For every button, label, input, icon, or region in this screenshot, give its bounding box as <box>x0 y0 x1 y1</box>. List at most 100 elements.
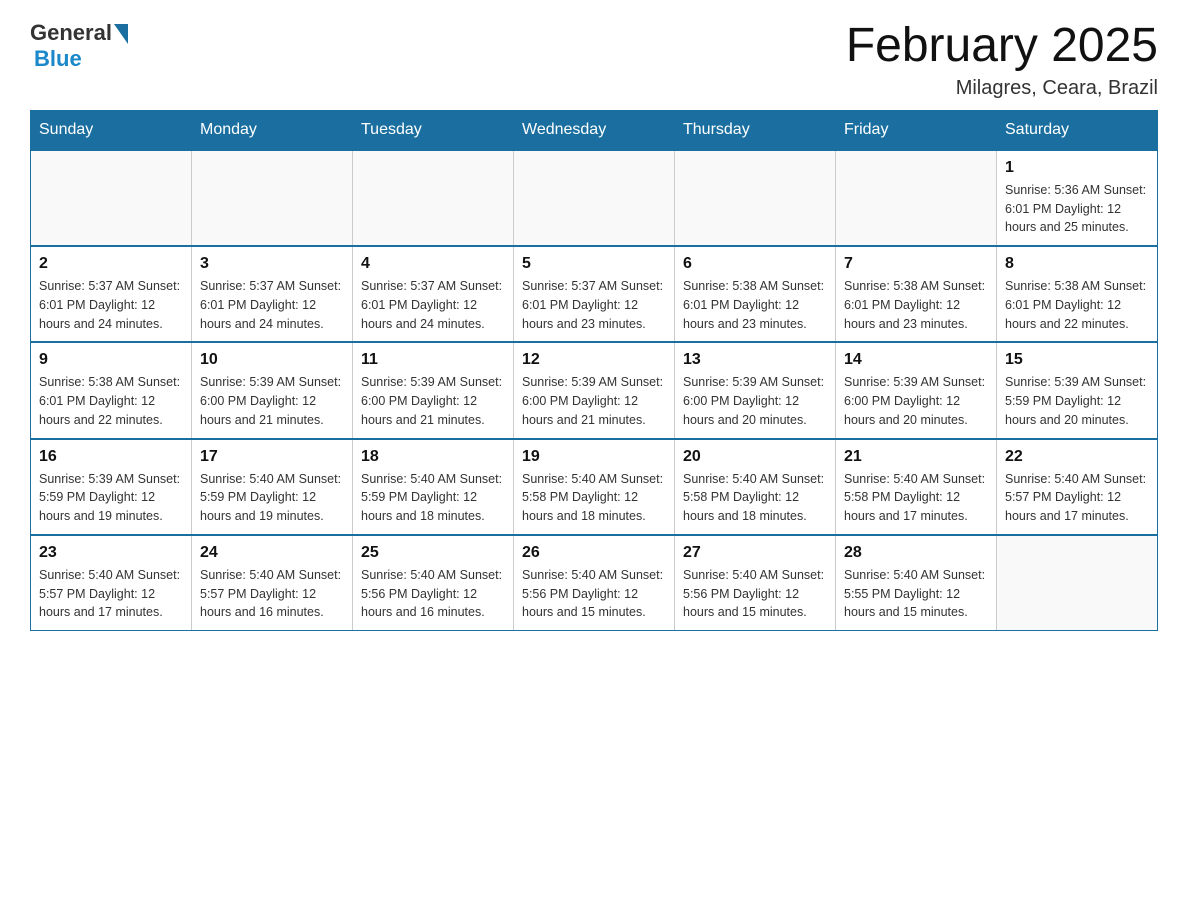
day-cell <box>514 150 675 246</box>
day-number: 6 <box>683 255 827 273</box>
day-cell: 17 Sunrise: 5:40 AM Sunset: 5:59 PM Dayli… <box>192 439 353 535</box>
day-number: 12 <box>522 351 666 369</box>
day-number: 18 <box>361 448 505 466</box>
day-number: 23 <box>39 544 183 562</box>
header-day-sunday: Sunday <box>31 110 192 150</box>
day-info: Sunrise: 5:40 AM Sunset: 5:58 PM Dayligh… <box>844 470 988 526</box>
day-info: Sunrise: 5:40 AM Sunset: 5:57 PM Dayligh… <box>1005 470 1149 526</box>
day-number: 4 <box>361 255 505 273</box>
day-info: Sunrise: 5:40 AM Sunset: 5:56 PM Dayligh… <box>522 566 666 622</box>
logo-blue-text: Blue <box>34 46 82 72</box>
day-number: 16 <box>39 448 183 466</box>
day-number: 17 <box>200 448 344 466</box>
day-number: 19 <box>522 448 666 466</box>
day-info: Sunrise: 5:37 AM Sunset: 6:01 PM Dayligh… <box>522 277 666 333</box>
day-cell: 4 Sunrise: 5:37 AM Sunset: 6:01 PM Daylig… <box>353 246 514 342</box>
day-number: 1 <box>1005 159 1149 177</box>
day-info: Sunrise: 5:36 AM Sunset: 6:01 PM Dayligh… <box>1005 181 1149 237</box>
day-number: 3 <box>200 255 344 273</box>
day-cell: 22 Sunrise: 5:40 AM Sunset: 5:57 PM Dayli… <box>997 439 1158 535</box>
day-number: 24 <box>200 544 344 562</box>
day-cell: 15 Sunrise: 5:39 AM Sunset: 5:59 PM Dayli… <box>997 342 1158 438</box>
calendar-body: 1 Sunrise: 5:36 AM Sunset: 6:01 PM Daylig… <box>31 150 1158 631</box>
day-info: Sunrise: 5:40 AM Sunset: 5:56 PM Dayligh… <box>683 566 827 622</box>
day-number: 11 <box>361 351 505 369</box>
day-cell: 9 Sunrise: 5:38 AM Sunset: 6:01 PM Daylig… <box>31 342 192 438</box>
day-cell <box>997 535 1158 631</box>
day-cell: 28 Sunrise: 5:40 AM Sunset: 5:55 PM Dayli… <box>836 535 997 631</box>
day-number: 27 <box>683 544 827 562</box>
day-number: 8 <box>1005 255 1149 273</box>
day-info: Sunrise: 5:39 AM Sunset: 5:59 PM Dayligh… <box>39 470 183 526</box>
day-info: Sunrise: 5:40 AM Sunset: 5:57 PM Dayligh… <box>200 566 344 622</box>
day-info: Sunrise: 5:39 AM Sunset: 5:59 PM Dayligh… <box>1005 373 1149 429</box>
day-cell: 1 Sunrise: 5:36 AM Sunset: 6:01 PM Daylig… <box>997 150 1158 246</box>
day-info: Sunrise: 5:39 AM Sunset: 6:00 PM Dayligh… <box>683 373 827 429</box>
day-number: 14 <box>844 351 988 369</box>
day-cell <box>675 150 836 246</box>
day-info: Sunrise: 5:38 AM Sunset: 6:01 PM Dayligh… <box>39 373 183 429</box>
day-cell: 12 Sunrise: 5:39 AM Sunset: 6:00 PM Dayli… <box>514 342 675 438</box>
week-row-2: 2 Sunrise: 5:37 AM Sunset: 6:01 PM Daylig… <box>31 246 1158 342</box>
day-cell <box>192 150 353 246</box>
day-info: Sunrise: 5:38 AM Sunset: 6:01 PM Dayligh… <box>844 277 988 333</box>
day-cell: 21 Sunrise: 5:40 AM Sunset: 5:58 PM Dayli… <box>836 439 997 535</box>
day-number: 21 <box>844 448 988 466</box>
day-number: 5 <box>522 255 666 273</box>
day-info: Sunrise: 5:40 AM Sunset: 5:59 PM Dayligh… <box>200 470 344 526</box>
day-number: 28 <box>844 544 988 562</box>
page-header: General Blue February 2025 Milagres, Cea… <box>30 20 1158 100</box>
header-row: SundayMondayTuesdayWednesdayThursdayFrid… <box>31 110 1158 150</box>
day-info: Sunrise: 5:40 AM Sunset: 5:58 PM Dayligh… <box>522 470 666 526</box>
day-number: 20 <box>683 448 827 466</box>
week-row-3: 9 Sunrise: 5:38 AM Sunset: 6:01 PM Daylig… <box>31 342 1158 438</box>
day-cell: 8Sunrise: 5:38 AM Sunset: 6:01 PM Daylig… <box>997 246 1158 342</box>
day-cell: 24 Sunrise: 5:40 AM Sunset: 5:57 PM Dayli… <box>192 535 353 631</box>
day-info: Sunrise: 5:39 AM Sunset: 6:00 PM Dayligh… <box>844 373 988 429</box>
day-number: 9 <box>39 351 183 369</box>
day-cell: 2 Sunrise: 5:37 AM Sunset: 6:01 PM Daylig… <box>31 246 192 342</box>
day-cell: 19 Sunrise: 5:40 AM Sunset: 5:58 PM Dayli… <box>514 439 675 535</box>
day-cell: 25 Sunrise: 5:40 AM Sunset: 5:56 PM Dayli… <box>353 535 514 631</box>
day-number: 15 <box>1005 351 1149 369</box>
day-info: Sunrise: 5:37 AM Sunset: 6:01 PM Dayligh… <box>361 277 505 333</box>
day-info: Sunrise: 5:39 AM Sunset: 6:00 PM Dayligh… <box>522 373 666 429</box>
logo: General Blue <box>30 20 128 72</box>
logo-arrow-icon <box>114 24 128 44</box>
day-number: 10 <box>200 351 344 369</box>
day-info: Sunrise: 5:40 AM Sunset: 5:57 PM Dayligh… <box>39 566 183 622</box>
day-cell <box>31 150 192 246</box>
day-cell: 26Sunrise: 5:40 AM Sunset: 5:56 PM Dayli… <box>514 535 675 631</box>
day-cell: 13 Sunrise: 5:39 AM Sunset: 6:00 PM Dayli… <box>675 342 836 438</box>
day-cell: 10 Sunrise: 5:39 AM Sunset: 6:00 PM Dayli… <box>192 342 353 438</box>
day-cell: 11 Sunrise: 5:39 AM Sunset: 6:00 PM Dayli… <box>353 342 514 438</box>
day-cell: 23 Sunrise: 5:40 AM Sunset: 5:57 PM Dayli… <box>31 535 192 631</box>
day-number: 22 <box>1005 448 1149 466</box>
day-cell: 6 Sunrise: 5:38 AM Sunset: 6:01 PM Daylig… <box>675 246 836 342</box>
day-info: Sunrise: 5:37 AM Sunset: 6:01 PM Dayligh… <box>39 277 183 333</box>
day-info: Sunrise: 5:38 AM Sunset: 6:01 PM Dayligh… <box>683 277 827 333</box>
day-info: Sunrise: 5:40 AM Sunset: 5:55 PM Dayligh… <box>844 566 988 622</box>
day-number: 25 <box>361 544 505 562</box>
day-cell: 7Sunrise: 5:38 AM Sunset: 6:01 PM Daylig… <box>836 246 997 342</box>
day-number: 2 <box>39 255 183 273</box>
day-number: 13 <box>683 351 827 369</box>
day-cell: 20Sunrise: 5:40 AM Sunset: 5:58 PM Dayli… <box>675 439 836 535</box>
month-title: February 2025 <box>846 20 1158 73</box>
location: Milagres, Ceara, Brazil <box>846 77 1158 100</box>
day-cell: 3 Sunrise: 5:37 AM Sunset: 6:01 PM Daylig… <box>192 246 353 342</box>
day-cell: 14 Sunrise: 5:39 AM Sunset: 6:00 PM Dayli… <box>836 342 997 438</box>
day-info: Sunrise: 5:39 AM Sunset: 6:00 PM Dayligh… <box>361 373 505 429</box>
calendar-table: SundayMondayTuesdayWednesdayThursdayFrid… <box>30 110 1158 631</box>
header-day-wednesday: Wednesday <box>514 110 675 150</box>
day-cell: 16 Sunrise: 5:39 AM Sunset: 5:59 PM Dayli… <box>31 439 192 535</box>
header-day-friday: Friday <box>836 110 997 150</box>
day-info: Sunrise: 5:40 AM Sunset: 5:56 PM Dayligh… <box>361 566 505 622</box>
day-info: Sunrise: 5:39 AM Sunset: 6:00 PM Dayligh… <box>200 373 344 429</box>
day-cell <box>836 150 997 246</box>
day-cell: 27 Sunrise: 5:40 AM Sunset: 5:56 PM Dayli… <box>675 535 836 631</box>
day-info: Sunrise: 5:37 AM Sunset: 6:01 PM Dayligh… <box>200 277 344 333</box>
day-info: Sunrise: 5:40 AM Sunset: 5:59 PM Dayligh… <box>361 470 505 526</box>
week-row-4: 16 Sunrise: 5:39 AM Sunset: 5:59 PM Dayli… <box>31 439 1158 535</box>
week-row-1: 1 Sunrise: 5:36 AM Sunset: 6:01 PM Daylig… <box>31 150 1158 246</box>
